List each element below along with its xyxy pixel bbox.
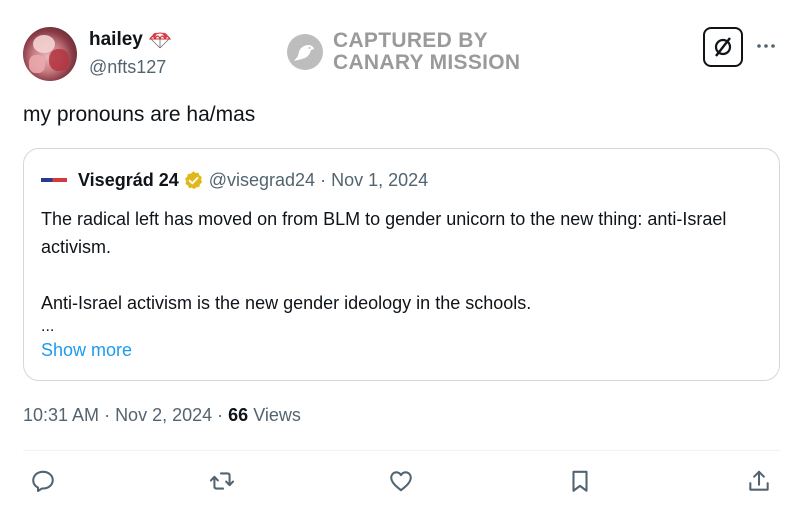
quoted-body-line2: Anti-Israel activism is the new gender i… (41, 293, 532, 313)
display-name[interactable]: hailey (89, 28, 143, 52)
more-icon (757, 44, 775, 48)
bookmark-button[interactable] (565, 466, 595, 496)
parachute-icon (148, 30, 171, 50)
verified-badge-icon (184, 170, 202, 189)
tweet-time[interactable]: 10:31 AM (23, 405, 99, 425)
bookmark-icon (572, 470, 588, 492)
quoted-avatar[interactable] (41, 174, 67, 186)
views-label[interactable]: Views (253, 405, 301, 425)
watermark-line2: CANARY MISSION (333, 51, 521, 74)
action-bar (0, 466, 800, 498)
quoted-body: The radical left has moved on from BLM t… (41, 205, 761, 337)
author-block: hailey @nfts127 (89, 28, 171, 79)
watermark-text: CAPTURED BY CANARY MISSION (333, 30, 520, 74)
avatar[interactable] (23, 27, 77, 81)
quoted-body-line1: The radical left has moved on from BLM t… (41, 209, 727, 257)
like-icon (390, 471, 412, 492)
meta-separator: · (104, 405, 111, 425)
grok-button[interactable] (703, 27, 743, 67)
like-button[interactable] (386, 466, 416, 496)
quoted-author-name[interactable]: Visegrád 24 (78, 168, 179, 192)
retweet-button[interactable] (207, 466, 237, 496)
share-button[interactable] (744, 466, 774, 496)
quoted-tweet[interactable]: Visegrád 24 @visegrad24 · Nov 1, 2024 Th… (23, 148, 780, 381)
quoted-tweet-header: Visegrád 24 @visegrad24 · Nov 1, 2024 (41, 168, 428, 192)
share-icon (749, 470, 769, 491)
quoted-author-handle[interactable]: @visegrad24 (209, 168, 315, 192)
tweet-text: my pronouns are ha/mas (23, 103, 256, 126)
views-count[interactable]: 66 (228, 405, 248, 425)
canary-bird-icon (287, 34, 323, 70)
watermark: CAPTURED BY CANARY MISSION (287, 30, 520, 74)
tweet-meta: 10:31 AM · Nov 2, 2024 · 66 Views (23, 403, 301, 427)
grok-icon (714, 37, 732, 57)
quoted-ellipsis: ... (41, 318, 55, 335)
display-name-row[interactable]: hailey (89, 28, 171, 52)
quoted-separator: · (320, 170, 327, 190)
quoted-date[interactable]: Nov 1, 2024 (331, 168, 428, 192)
author-handle[interactable]: @nfts127 (89, 55, 171, 79)
tweet-date[interactable]: Nov 2, 2024 (115, 405, 212, 425)
divider (23, 450, 780, 451)
meta-separator-2: · (217, 405, 224, 425)
retweet-icon (209, 472, 235, 490)
reply-icon (32, 470, 54, 492)
more-options-button[interactable] (754, 34, 778, 58)
reply-button[interactable] (28, 466, 58, 496)
watermark-line1: CAPTURED BY (333, 29, 488, 52)
show-more-link[interactable]: Show more (41, 338, 132, 362)
